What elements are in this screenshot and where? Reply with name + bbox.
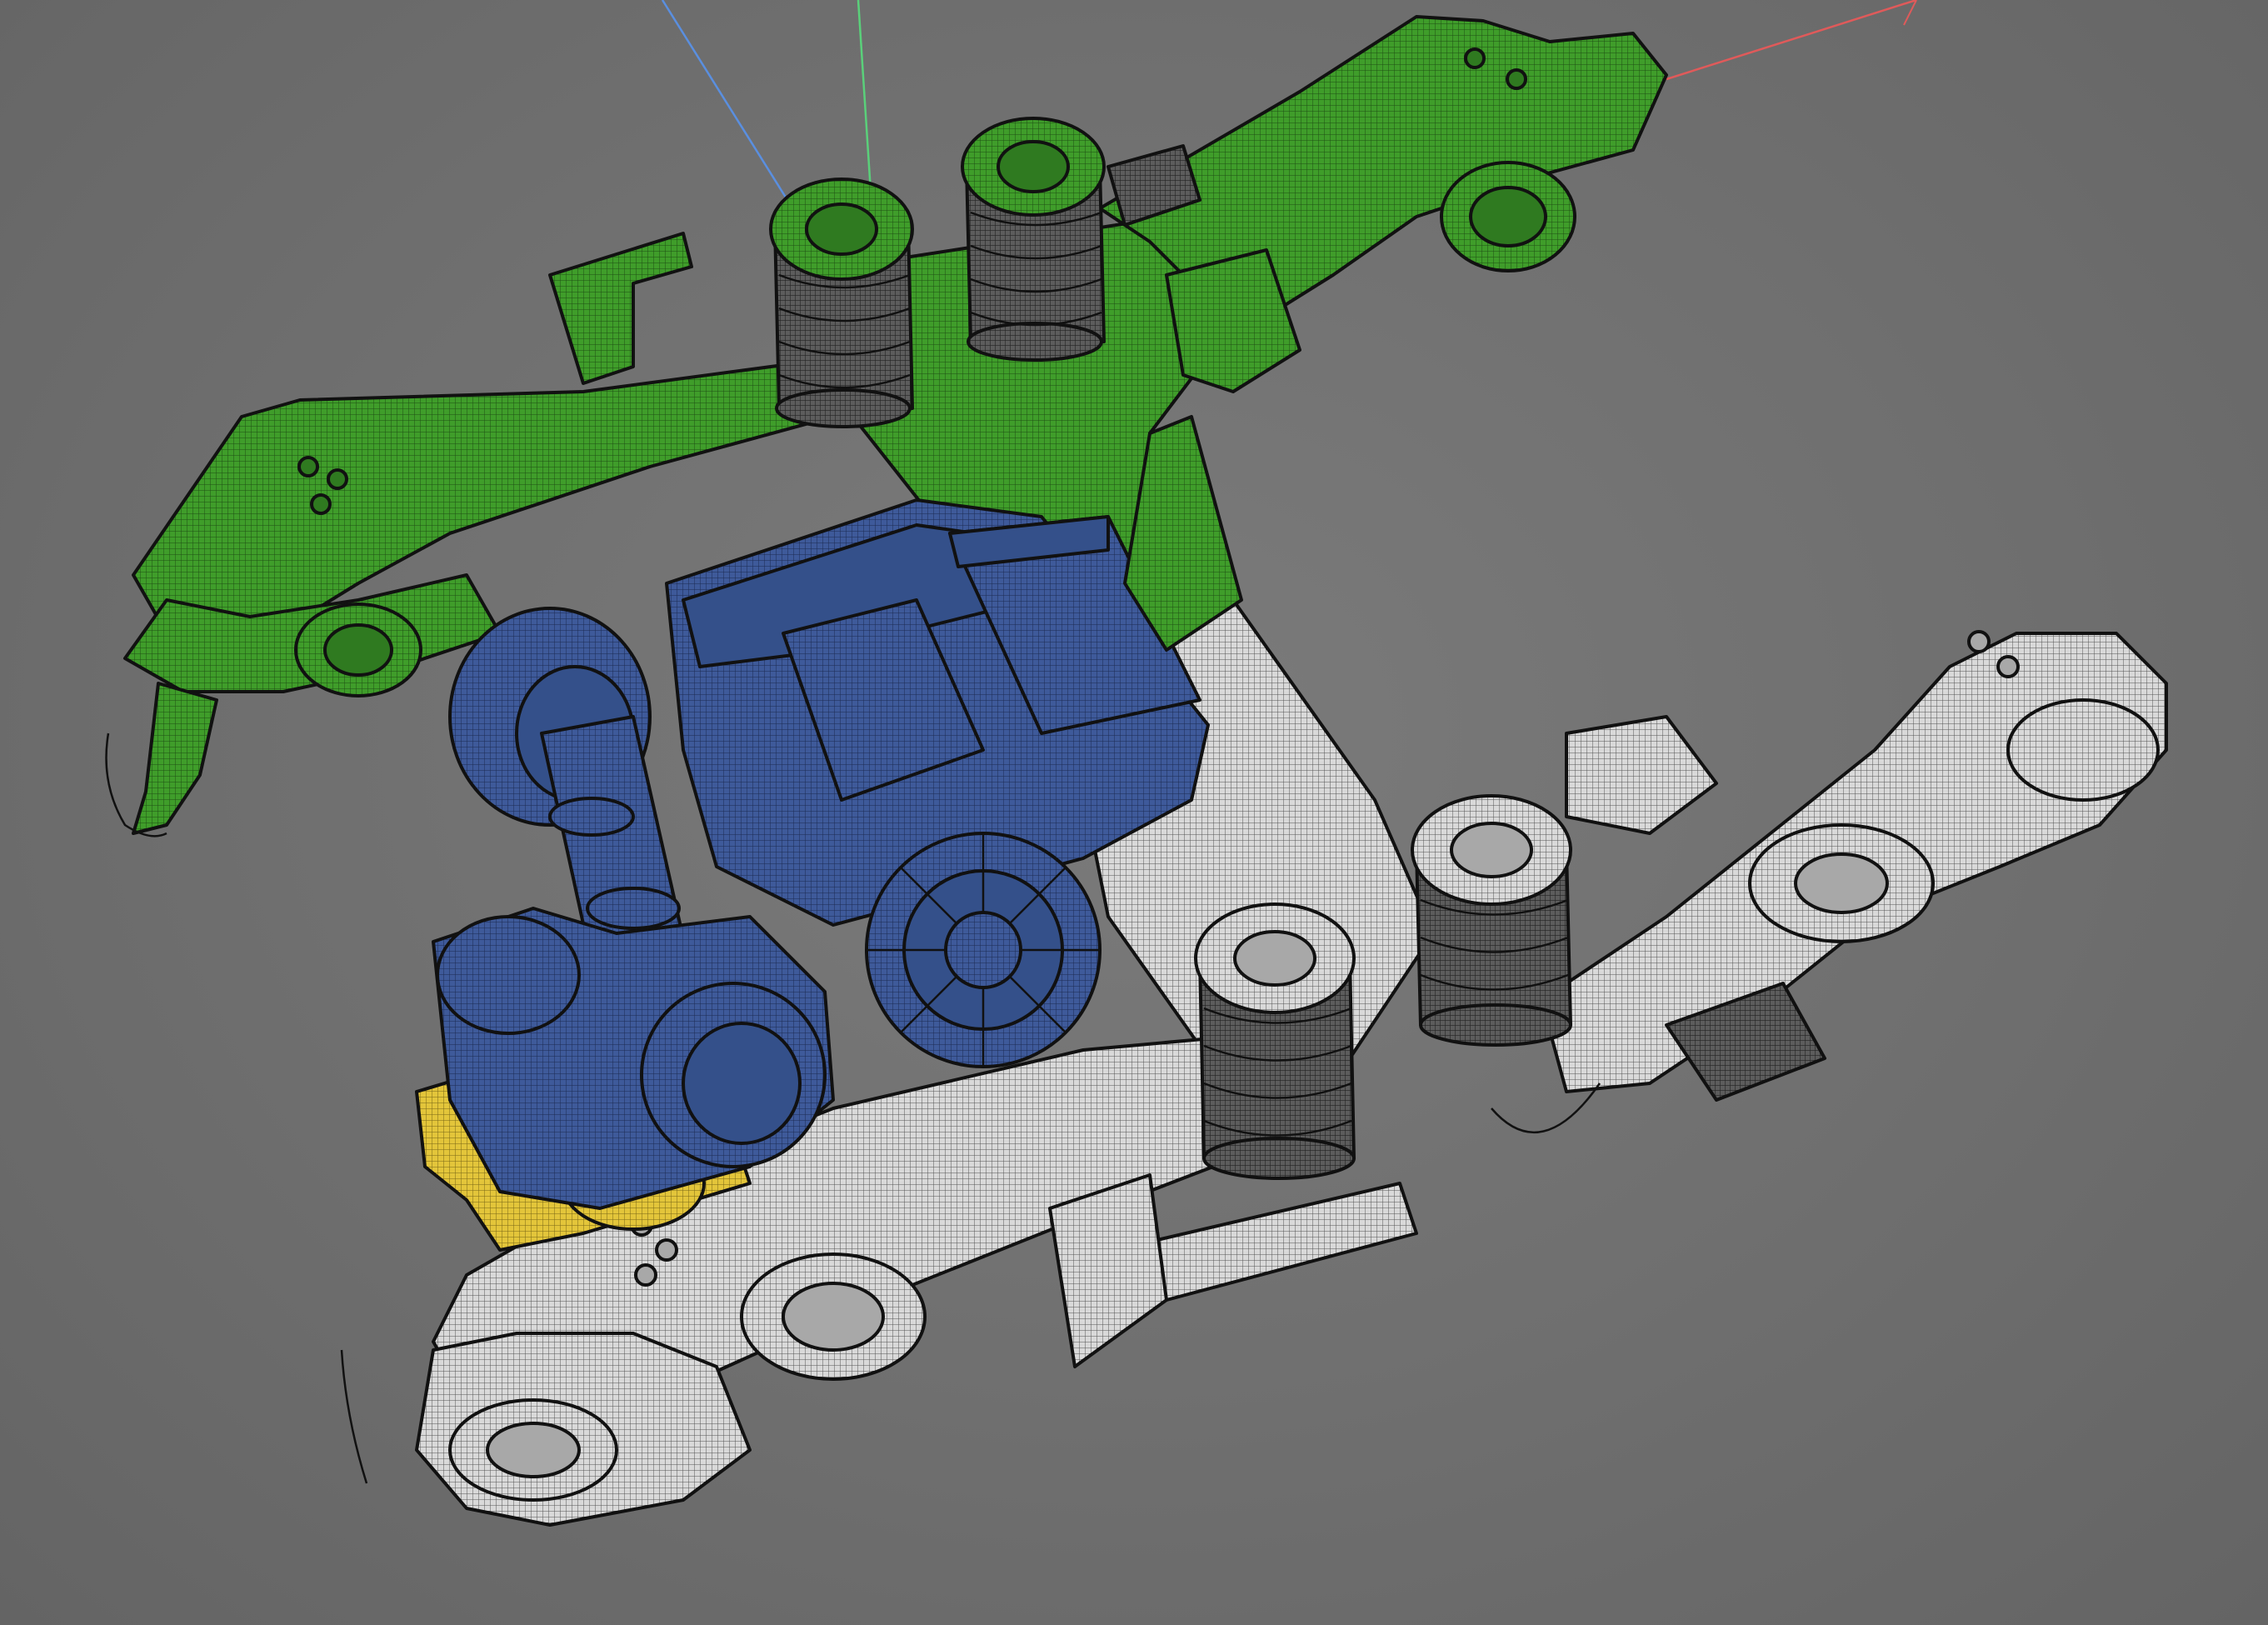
axle-housing-white-top <box>1565 715 1718 835</box>
x-axis-line <box>1666 0 1917 81</box>
mount-bracket-white <box>1048 1173 1168 1368</box>
coil-spring-white-2 <box>1411 794 1572 1047</box>
coil-spring-white-1 <box>1194 902 1356 1180</box>
coil-spring-green-1 <box>769 178 914 428</box>
brake-hose-white <box>340 1349 368 1484</box>
bogie-model[interactable] <box>0 0 2268 1625</box>
coil-spring-green-2 <box>961 117 1106 362</box>
y-axis-line <box>857 0 872 192</box>
z-axis-line <box>661 0 789 201</box>
3d-viewport[interactable] <box>0 0 2268 1625</box>
damper-white <box>1148 1182 1418 1302</box>
